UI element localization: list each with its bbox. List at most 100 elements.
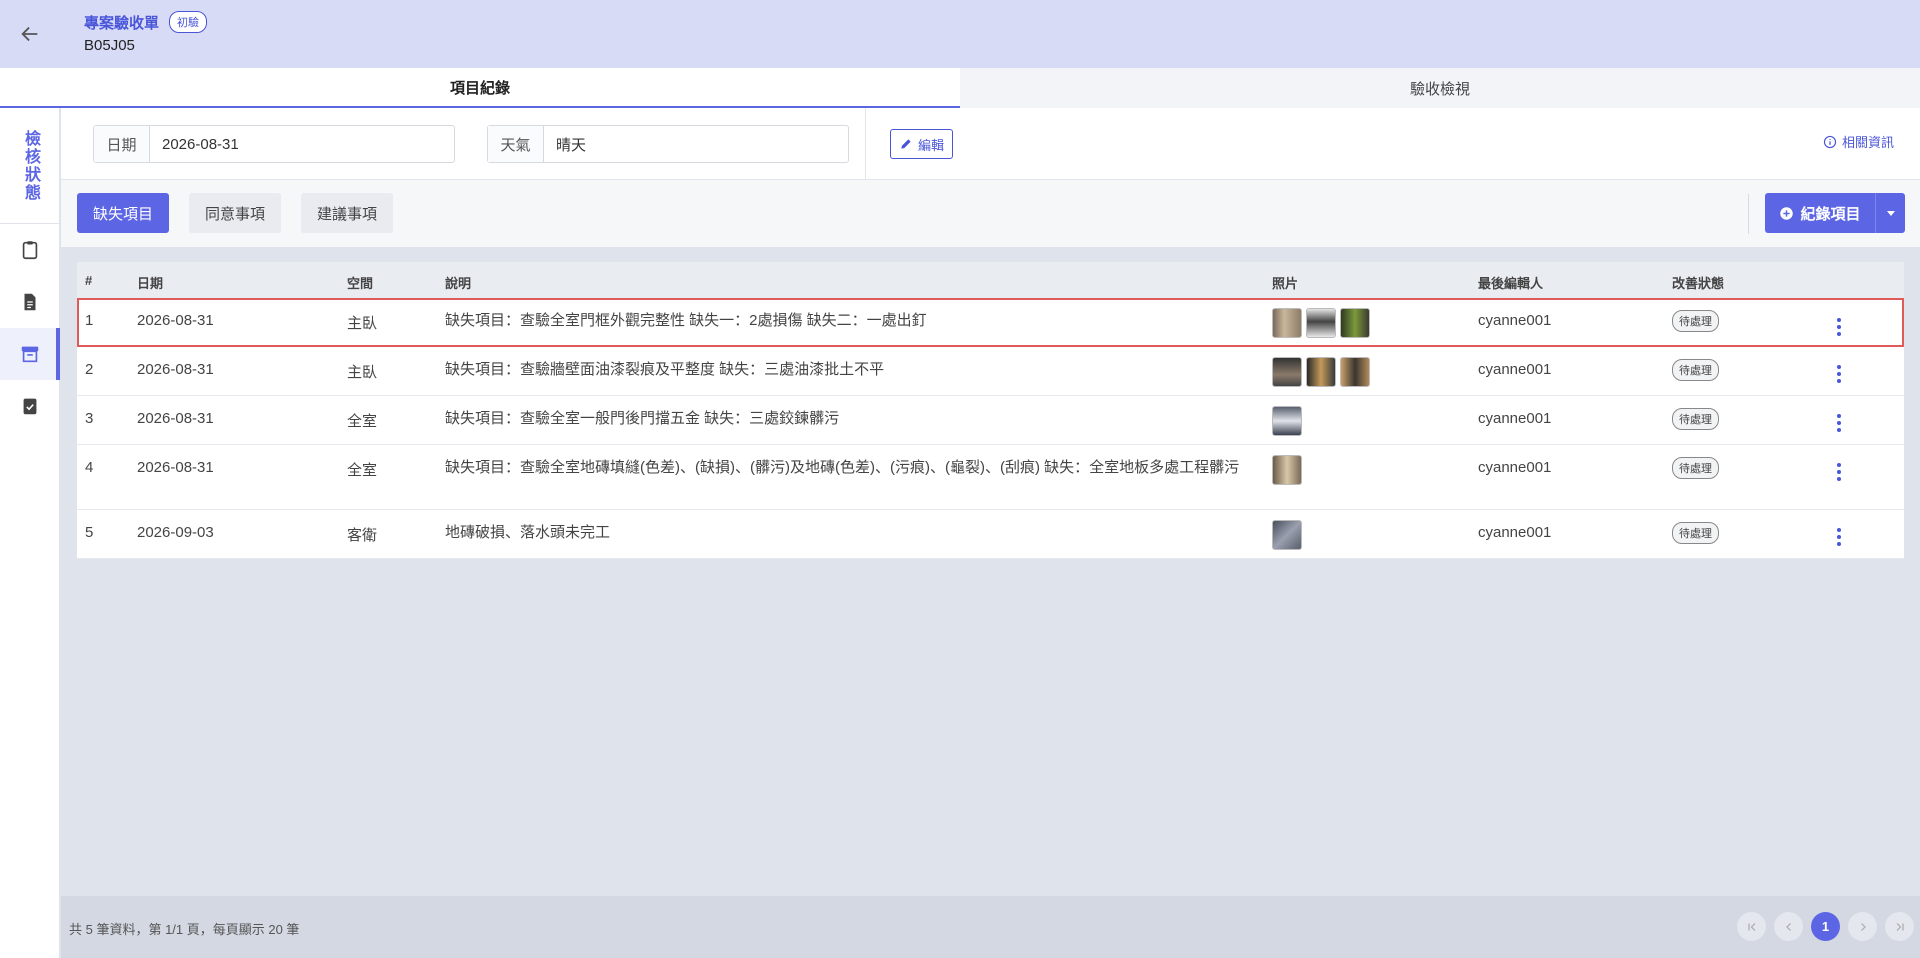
row-editor: cyanne001 bbox=[1478, 361, 1552, 378]
photo-thumbnail[interactable] bbox=[1340, 357, 1370, 387]
photo-thumbnail[interactable] bbox=[1272, 455, 1302, 485]
row-more-button[interactable] bbox=[1833, 414, 1845, 432]
photo-thumbnail[interactable] bbox=[1272, 308, 1302, 338]
sidebar-item-clipboard[interactable] bbox=[0, 224, 60, 276]
col-header-status: 改善狀態 bbox=[1672, 276, 1725, 291]
photo-thumbnail[interactable] bbox=[1306, 308, 1336, 338]
chevron-right-icon bbox=[1860, 922, 1866, 931]
row-more-button[interactable] bbox=[1833, 528, 1845, 546]
arrow-left-icon bbox=[21, 26, 38, 42]
app-header: 專案驗收單 初驗 B05J05 bbox=[0, 0, 1920, 68]
defect-items-button[interactable]: 缺失項目 bbox=[77, 193, 170, 233]
row-date: 2026-08-31 bbox=[137, 459, 214, 476]
divider bbox=[865, 108, 866, 180]
col-header-num: # bbox=[85, 273, 93, 288]
back-button[interactable] bbox=[0, 0, 60, 68]
status-badge: 待處理 bbox=[1672, 408, 1719, 430]
row-desc: 缺失項目：查驗全室門框外觀完整性 缺失一：2處損傷 缺失二：一處出釘 bbox=[445, 312, 927, 329]
next-page-button[interactable] bbox=[1848, 912, 1877, 941]
col-header-date: 日期 bbox=[137, 276, 164, 291]
weather-field[interactable]: 天氣 晴天 bbox=[487, 125, 849, 163]
status-badge: 待處理 bbox=[1672, 457, 1719, 479]
col-header-editor: 最後編輯人 bbox=[1478, 276, 1544, 291]
table-footer: 共 5 筆資料，第 1/1 頁，每頁顯示 20 筆 1 bbox=[61, 896, 1920, 958]
row-space: 全室 bbox=[347, 462, 378, 479]
table-row[interactable]: 2 2026-08-31 主臥 缺失項目：查驗牆壁面油漆裂痕及平整度 缺失：三處… bbox=[77, 347, 1904, 396]
date-value: 2026-08-31 bbox=[162, 135, 239, 153]
photo-thumbnail[interactable] bbox=[1272, 357, 1302, 387]
clipboard-check-icon bbox=[23, 398, 37, 415]
record-item-dropdown[interactable] bbox=[1875, 193, 1905, 233]
more-vertical-icon bbox=[1833, 414, 1845, 432]
sidebar-item-document[interactable] bbox=[0, 276, 60, 328]
prev-page-button[interactable] bbox=[1774, 912, 1803, 941]
row-num: 5 bbox=[85, 524, 94, 541]
pagination-summary: 共 5 筆資料，第 1/1 頁，每頁顯示 20 筆 bbox=[69, 922, 300, 937]
row-date: 2026-08-31 bbox=[137, 410, 214, 427]
weather-value: 晴天 bbox=[556, 136, 587, 154]
sidebar: 檢核狀態 bbox=[0, 108, 60, 958]
more-vertical-icon bbox=[1833, 528, 1845, 546]
table-header: # 日期 空間 說明 照片 最後編輯人 改善狀態 bbox=[77, 262, 1904, 298]
tab-inspection-view[interactable]: 驗收檢視 bbox=[960, 68, 1920, 108]
row-photos bbox=[1272, 308, 1370, 338]
date-field[interactable]: 日期 2026-08-31 bbox=[93, 125, 455, 163]
sidebar-item-check[interactable] bbox=[0, 380, 60, 432]
photo-thumbnail[interactable] bbox=[1306, 357, 1336, 387]
row-date: 2026-09-03 bbox=[137, 524, 214, 541]
edit-button[interactable]: 編輯 bbox=[890, 129, 954, 159]
record-item-main[interactable]: 紀錄項目 bbox=[1765, 193, 1875, 233]
pagination: 1 bbox=[1737, 912, 1914, 941]
row-photos bbox=[1272, 455, 1302, 485]
last-page-button[interactable] bbox=[1885, 912, 1914, 941]
record-item-label: 紀錄項目 bbox=[1800, 205, 1861, 223]
col-header-space: 空間 bbox=[347, 276, 374, 291]
table-row[interactable]: 5 2026-09-03 客衛 地磚破損、落水頭未完工 cyanne001 待處… bbox=[77, 510, 1904, 559]
row-space: 客衛 bbox=[347, 527, 378, 544]
edit-button-label: 編輯 bbox=[918, 137, 945, 153]
row-num: 4 bbox=[85, 459, 94, 476]
status-badge: 待處理 bbox=[1672, 522, 1719, 544]
col-header-photo: 照片 bbox=[1272, 276, 1299, 291]
row-num: 3 bbox=[85, 410, 94, 427]
sidebar-status[interactable]: 檢核狀態 bbox=[0, 108, 60, 224]
row-space: 主臥 bbox=[347, 315, 378, 332]
archive-icon bbox=[21, 346, 39, 363]
item-toolbar: 缺失項目 同意事項 建議事項 紀錄項目 bbox=[61, 180, 1920, 247]
sidebar-status-label: 檢核狀態 bbox=[22, 129, 39, 202]
info-circle-icon bbox=[1823, 135, 1837, 148]
row-more-button[interactable] bbox=[1833, 463, 1845, 481]
document-icon bbox=[24, 293, 36, 311]
first-page-button[interactable] bbox=[1737, 912, 1766, 941]
suggested-items-button[interactable]: 建議事項 bbox=[301, 193, 394, 233]
more-vertical-icon bbox=[1833, 365, 1845, 383]
date-label: 日期 bbox=[94, 126, 150, 162]
record-item-button[interactable]: 紀錄項目 bbox=[1765, 193, 1905, 233]
plus-circle-icon bbox=[1780, 206, 1794, 220]
row-desc: 缺失項目：查驗牆壁面油漆裂痕及平整度 缺失：三處油漆批土不平 bbox=[445, 361, 885, 378]
clipboard-icon bbox=[22, 241, 38, 260]
tab-item-records[interactable]: 項目紀錄 bbox=[0, 68, 960, 108]
status-badge: 待處理 bbox=[1672, 359, 1719, 381]
related-info-link[interactable]: 相關資訊 bbox=[1823, 132, 1894, 151]
agreed-items-button[interactable]: 同意事項 bbox=[189, 193, 282, 233]
row-date: 2026-08-31 bbox=[137, 361, 214, 378]
table-row[interactable]: 3 2026-08-31 全室 缺失項目：查驗全室一般門後門擋五金 缺失：三處鉸… bbox=[77, 396, 1904, 445]
row-photos bbox=[1272, 406, 1302, 436]
sidebar-item-archive[interactable] bbox=[0, 328, 60, 380]
weather-label: 天氣 bbox=[488, 126, 544, 162]
photo-thumbnail[interactable] bbox=[1272, 406, 1302, 436]
table-row[interactable]: 4 2026-08-31 全室 缺失項目：查驗全室地磚填縫(色差)、(缺損)、(… bbox=[77, 445, 1904, 510]
page-button-current[interactable]: 1 bbox=[1811, 912, 1840, 941]
row-date: 2026-08-31 bbox=[137, 312, 214, 329]
table-row[interactable]: 1 2026-08-31 主臥 缺失項目：查驗全室門框外觀完整性 缺失一：2處損… bbox=[77, 298, 1904, 347]
items-table: # 日期 空間 說明 照片 最後編輯人 改善狀態 1 2026-08-31 主臥… bbox=[77, 262, 1904, 559]
info-bar: 日期 2026-08-31 天氣 晴天 編輯 相關資訊 bbox=[61, 108, 1920, 180]
caret-down-icon bbox=[1886, 210, 1895, 216]
row-photos bbox=[1272, 520, 1302, 550]
row-more-button[interactable] bbox=[1833, 318, 1845, 336]
photo-thumbnail[interactable] bbox=[1340, 308, 1370, 338]
col-header-desc: 說明 bbox=[445, 276, 472, 291]
row-more-button[interactable] bbox=[1833, 365, 1845, 383]
photo-thumbnail[interactable] bbox=[1272, 520, 1302, 550]
